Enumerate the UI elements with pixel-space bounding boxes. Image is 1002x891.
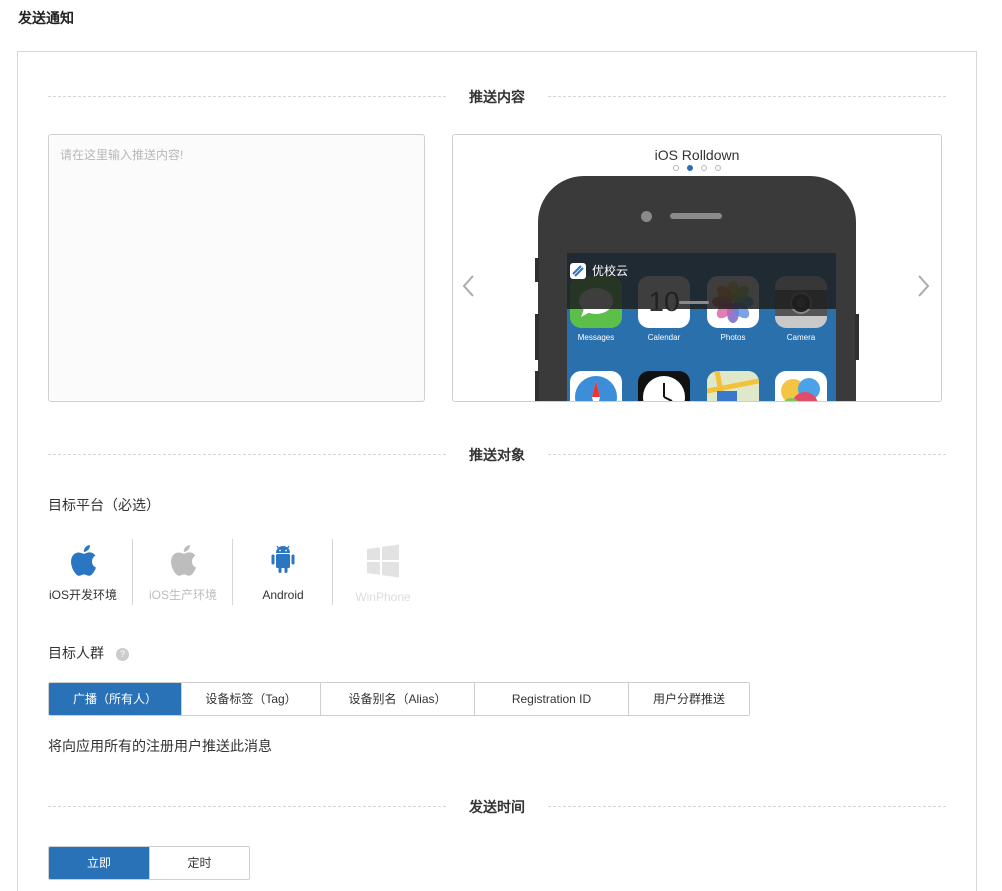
section-header-target: 推送对象 (48, 444, 946, 464)
platform-ios-prod[interactable]: iOS生产环境 (133, 539, 233, 609)
game-center-icon (775, 371, 827, 401)
platform-label-winphone: WinPhone (355, 590, 411, 604)
carousel-prev-arrow-icon[interactable] (459, 271, 479, 301)
phone-speaker (670, 213, 722, 219)
platform-label-ios-prod: iOS生产环境 (148, 588, 217, 602)
carousel-dot-2[interactable] (687, 165, 693, 171)
apple-icon (171, 545, 196, 576)
phone-camera (641, 211, 652, 222)
section-title-content: 推送内容 (469, 89, 525, 105)
carousel-next-arrow-icon[interactable] (913, 271, 933, 301)
section-title-time: 发送时间 (469, 799, 525, 815)
platform-android[interactable]: Android (233, 539, 333, 609)
platform-label-android: Android (262, 588, 304, 602)
safari-icon (570, 371, 622, 401)
android-icon (271, 545, 295, 573)
audience-label-row: 目标人群? (48, 643, 129, 663)
apple-icon (71, 545, 96, 576)
app-maps (707, 371, 759, 401)
platform-ios-dev[interactable]: iOS开发环境 (33, 539, 133, 609)
notification-form-panel: 推送内容 iOS Rolldown (17, 51, 977, 891)
app-game-center (775, 371, 827, 401)
app-label: Calendar (647, 333, 681, 342)
audience-option-segment[interactable]: 用户分群推送 (628, 683, 749, 715)
phone-mockup: 优校云 Messages 10 Calendar (535, 176, 859, 401)
push-content-textarea[interactable] (49, 135, 424, 401)
section-title-target: 推送对象 (469, 447, 525, 463)
ios-preview-carousel: iOS Rolldown 优校云 Messages Calendar Photo… (452, 134, 942, 402)
audience-option-registration-id[interactable]: Registration ID (474, 683, 628, 715)
audience-option-alias[interactable]: 设备别名（Alias） (320, 683, 474, 715)
clock-icon (638, 371, 690, 401)
time-option-now[interactable]: 立即 (49, 847, 149, 879)
help-icon[interactable]: ? (116, 648, 129, 661)
app-label: Messages (577, 333, 615, 342)
maps-icon (707, 371, 759, 401)
windows-icon (367, 544, 399, 578)
carousel-dot-1[interactable] (673, 165, 679, 171)
carousel-dot-4[interactable] (715, 165, 721, 171)
carousel-dots (453, 165, 941, 171)
notification-app-name: 优校云 (592, 264, 629, 278)
preview-title: iOS Rolldown (654, 147, 740, 163)
audience-segmented-control: 广播（所有人） 设备标签（Tag） 设备别名（Alias） Registrati… (48, 682, 750, 716)
app-logo-icon (570, 263, 586, 279)
section-header-time: 发送时间 (48, 796, 946, 816)
audience-option-broadcast[interactable]: 广播（所有人） (49, 683, 181, 715)
audience-option-tag[interactable]: 设备标签（Tag） (181, 683, 320, 715)
notification-banner: 优校云 (567, 253, 836, 309)
send-time-segmented-control: 立即 定时 (48, 846, 250, 880)
carousel-dot-3[interactable] (701, 165, 707, 171)
page-title: 发送通知 (18, 10, 74, 26)
platform-label-ios-dev: iOS开发环境 (48, 588, 117, 602)
audience-label: 目标人群 (48, 645, 104, 661)
app-safari (570, 371, 622, 401)
content-textarea-wrapper (48, 134, 425, 402)
app-label: Photos (720, 333, 746, 342)
phone-screen: 优校云 Messages 10 Calendar (567, 253, 836, 401)
time-option-scheduled[interactable]: 定时 (149, 847, 249, 879)
audience-description: 将向应用所有的注册用户推送此消息 (48, 738, 272, 754)
app-clock (638, 371, 690, 401)
section-header-content: 推送内容 (48, 86, 946, 106)
platform-winphone[interactable]: WinPhone (333, 539, 433, 609)
app-label: Camera (786, 333, 816, 342)
platform-label: 目标平台（必选） (48, 497, 160, 513)
